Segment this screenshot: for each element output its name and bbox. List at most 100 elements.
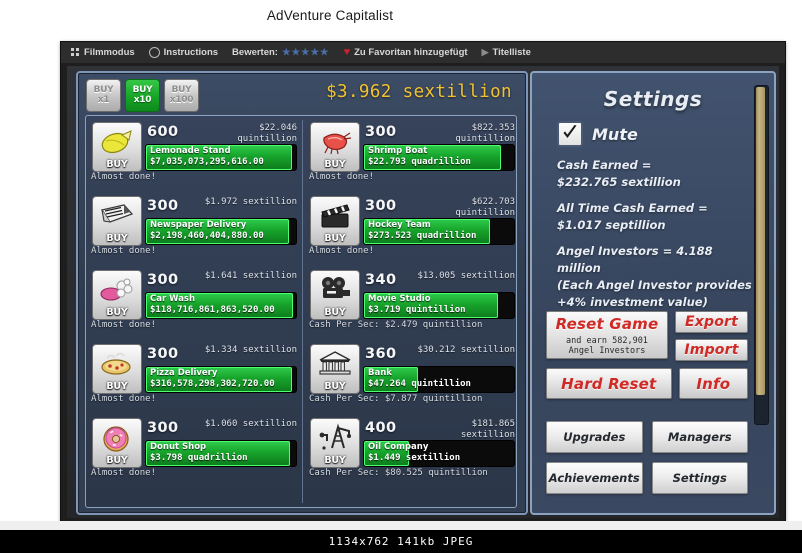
business-name: Pizza Delivery: [150, 368, 218, 378]
favorite-button[interactable]: ♥ Zu Favoritan hinzugefügt: [343, 46, 468, 59]
business-quantity: 300: [147, 198, 179, 214]
filmmodus-button[interactable]: Filmmodus: [71, 47, 135, 58]
stats-line: +4% investment value): [557, 295, 708, 309]
filmmodus-label: Filmmodus: [84, 47, 135, 58]
mute-toggle[interactable]: Mute: [557, 121, 638, 147]
business-row: BUY 360 $30.212 sextillion Bank $47.264 quin…: [307, 340, 516, 414]
business-row: BUY 300 $1.334 sextillion Pizza Delivery $31…: [89, 340, 299, 414]
business-column-right: BUY 300 $822.353 quintillion Shrimp Boat $22.…: [307, 118, 516, 488]
business-quantity: 600: [147, 124, 179, 140]
business-buy-button[interactable]: BUY: [310, 418, 360, 468]
upgrades-label: Upgrades: [563, 430, 626, 444]
buy-label: BUY: [324, 159, 346, 170]
buy-label: BUY: [324, 381, 346, 392]
business-progress-bar: Donut Shop $3.798 quadrillion: [145, 440, 297, 467]
progress-text: Hockey Team $273.523 quadrillion: [368, 220, 511, 242]
upgrades-button[interactable]: Upgrades: [546, 421, 643, 453]
progress-text: Lemonade Stand $7,035,073,295,616.00: [150, 146, 293, 168]
info-label: Info: [696, 374, 731, 393]
stats-gap: [557, 191, 752, 200]
buy-x10-line2: x10: [133, 94, 152, 105]
reset-export-row: Reset Game and earn 582,901 Angel Investo…: [546, 311, 748, 361]
titleliste-label: Titelliste: [492, 47, 531, 58]
stats-line: (Each Angel Investor provides: [557, 278, 752, 292]
game-player-frame: Filmmodus Instructions Bewerten: ★★★★★ ♥…: [60, 41, 786, 523]
heart-icon: ♥: [343, 46, 351, 58]
star-rating-icon[interactable]: ★★★★★: [282, 47, 330, 58]
business-value: $7,035,073,295,616.00: [150, 157, 264, 167]
business-buy-button[interactable]: BUY: [92, 344, 142, 394]
progress-text: Newspaper Delivery $2,198,460,404,880.00: [150, 220, 293, 242]
business-price: $1.334 sextillion: [204, 345, 297, 355]
buy-multiplier-group: BUY x1 BUY x10 BUY x100: [86, 79, 199, 112]
rating-control[interactable]: Bewerten: ★★★★★: [232, 47, 330, 58]
settings-scrollbar-track[interactable]: [754, 85, 769, 425]
buy-label: BUY: [106, 233, 128, 244]
progress-text: Pizza Delivery $316,578,298,302,720.00: [150, 368, 293, 390]
business-quantity: 340: [365, 272, 397, 288]
business-status: Almost done!: [91, 246, 157, 256]
business-quantity: 360: [365, 346, 397, 362]
managers-button[interactable]: Managers: [651, 421, 748, 453]
business-buy-button[interactable]: BUY: [92, 122, 142, 172]
info-button[interactable]: Info: [678, 368, 748, 399]
import-button[interactable]: Import: [675, 339, 748, 361]
business-status: Almost done!: [91, 172, 157, 182]
business-progress-bar: Oil Company $1.449 sextillion: [363, 440, 515, 467]
business-buy-button[interactable]: BUY: [92, 196, 142, 246]
stats-gap: [557, 234, 752, 243]
instructions-button[interactable]: Instructions: [148, 47, 218, 58]
business-buy-button[interactable]: BUY: [92, 418, 142, 468]
screenshot-root: AdVenture Capitalist Filmmodus Instructi…: [0, 0, 802, 553]
buy-x100-button[interactable]: BUY x100: [164, 79, 199, 112]
business-topbar: BUY x1 BUY x10 BUY x100 $3.962 sextillio…: [78, 73, 526, 113]
settings-button[interactable]: Settings: [651, 462, 748, 494]
business-price: $22.046 quintillion: [237, 123, 297, 144]
rate-label: Bewerten:: [232, 47, 278, 58]
business-panel: BUY x1 BUY x10 BUY x100 $3.962 sextillio…: [76, 71, 528, 515]
business-status: Almost done!: [91, 320, 157, 330]
reset-game-button[interactable]: Reset Game and earn 582,901 Angel Investo…: [546, 311, 668, 359]
image-info-strip: 1134x762 141kb JPEG: [0, 530, 802, 553]
buy-label: BUY: [324, 233, 346, 244]
business-quantity: 300: [147, 420, 179, 436]
buy-label: BUY: [106, 381, 128, 392]
import-label: Import: [684, 342, 739, 358]
buy-x1-button[interactable]: BUY x1: [86, 79, 121, 112]
business-quantity: 400: [365, 420, 397, 436]
page-whitespace: [0, 521, 802, 530]
business-quantity: 300: [147, 346, 179, 362]
business-buy-button[interactable]: BUY: [92, 270, 142, 320]
business-row: BUY 300 $822.353 quintillion Shrimp Boat $22.…: [307, 118, 516, 192]
business-buy-button[interactable]: BUY: [310, 270, 360, 320]
buy-x10-button[interactable]: BUY x10: [125, 79, 160, 112]
hard-reset-button[interactable]: Hard Reset: [546, 368, 672, 399]
business-status: Almost done!: [309, 246, 375, 256]
game-stage-inner: BUY x1 BUY x10 BUY x100 $3.962 sextillio…: [67, 66, 779, 518]
business-progress-bar: Shrimp Boat $22.793 quadrillion: [363, 144, 515, 171]
progress-text: Shrimp Boat $22.793 quadrillion: [368, 146, 511, 168]
business-buy-button[interactable]: BUY: [310, 196, 360, 246]
business-price: $181.865 sextillion: [460, 419, 515, 440]
titleliste-button[interactable]: ▶ Titelliste: [482, 47, 531, 58]
export-button[interactable]: Export: [675, 311, 748, 333]
progress-text: Oil Company $1.449 sextillion: [368, 442, 511, 464]
business-row: BUY 300 $1.060 sextillion Donut Shop $3.798 …: [89, 414, 299, 488]
grid-icon: [71, 48, 80, 57]
business-buy-button[interactable]: BUY: [310, 122, 360, 172]
business-name: Movie Studio: [368, 294, 431, 304]
achievements-button[interactable]: Achievements: [546, 462, 643, 494]
business-name: Car Wash: [150, 294, 196, 304]
progress-text: Car Wash $118,716,861,863,520.00: [150, 294, 293, 316]
business-value: $3.798 quadrillion: [150, 453, 248, 463]
business-value: $1.449 sextillion: [368, 453, 461, 463]
business-progress-bar: Pizza Delivery $316,578,298,302,720.00: [145, 366, 297, 393]
settings-scrollbar-thumb[interactable]: [756, 87, 765, 395]
settings-action-buttons: Reset Game and earn 582,901 Angel Investo…: [546, 311, 748, 406]
business-progress-bar: Newspaper Delivery $2,198,460,404,880.00: [145, 218, 297, 245]
business-price: $622.703 quintillion: [455, 197, 515, 218]
business-buy-button[interactable]: BUY: [310, 344, 360, 394]
business-progress-bar: Movie Studio $3.719 quintillion: [363, 292, 515, 319]
mute-checkbox[interactable]: [557, 121, 583, 147]
checkmark-icon: [563, 125, 577, 138]
